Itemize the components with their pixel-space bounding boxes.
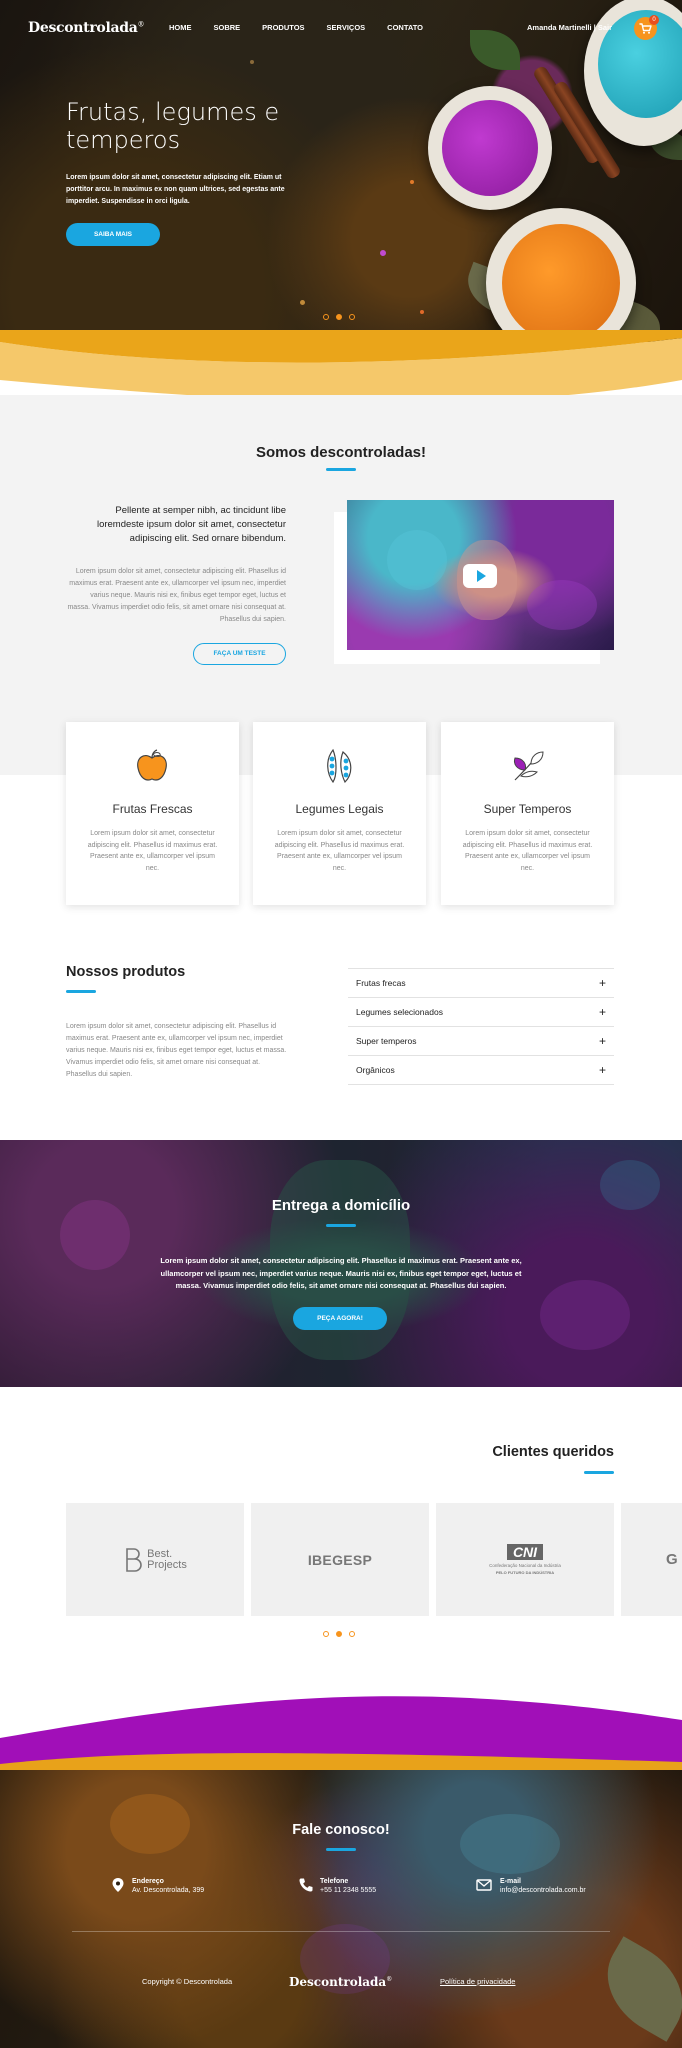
clients-slider-dot-2[interactable] bbox=[336, 1631, 342, 1637]
contact-title: Fale conosco! bbox=[292, 1822, 390, 1838]
footer-logo[interactable]: Descontrolada® bbox=[289, 1975, 392, 1989]
orange-powder-bowl-image bbox=[486, 208, 636, 342]
accordion-item-label: Frutas frecas bbox=[356, 978, 406, 988]
accordion-item-label: Super temperos bbox=[356, 1036, 417, 1046]
accordion-item-label: Orgânicos bbox=[356, 1065, 395, 1075]
hero-slider-dot-1[interactable] bbox=[323, 314, 329, 320]
plus-icon: + bbox=[598, 976, 606, 990]
client-logo-card: CNI Confederação Nacional da Indústria P… bbox=[436, 1503, 614, 1616]
user-account-link[interactable]: Amanda Martinelli | Sair bbox=[527, 23, 612, 32]
nav-contato[interactable]: CONTATO bbox=[387, 23, 423, 32]
purple-powder-bowl-image bbox=[428, 86, 552, 210]
plus-icon: + bbox=[598, 1034, 606, 1048]
main-nav: HOME SOBRE PRODUTOS SERVIÇOS CONTATO bbox=[169, 23, 445, 32]
nav-produtos[interactable]: PRODUTOS bbox=[262, 23, 304, 32]
partial-client-logo: G bbox=[666, 1551, 678, 1568]
feature-title: Legumes Legais bbox=[295, 802, 384, 816]
ibegesp-logo: IBEGESP bbox=[307, 1551, 373, 1568]
hero-text: Lorem ipsum dolor sit amet, consectetur … bbox=[66, 174, 285, 205]
best-projects-mark-icon bbox=[126, 1547, 142, 1572]
phone-icon bbox=[299, 1878, 313, 1892]
accordion-item-temperos[interactable]: Super temperos + bbox=[348, 1027, 614, 1056]
hero-slider-dot-3[interactable] bbox=[349, 314, 355, 320]
client-logo-card: IBEGESP bbox=[251, 1503, 429, 1616]
leaf-image bbox=[470, 30, 520, 70]
about-title: Somos descontroladas! bbox=[255, 444, 427, 461]
contact-phone: Telefone +55 11 2348 5555 bbox=[298, 1877, 376, 1895]
clients-slider-dot-3[interactable] bbox=[349, 1631, 355, 1637]
site-logo[interactable]: Descontrolada® bbox=[28, 20, 145, 36]
peapod-icon bbox=[327, 748, 352, 784]
delivery-text: Lorem ipsum dolor sit amet, consectetur … bbox=[160, 1256, 522, 1290]
about-body-text: Lorem ipsum dolor sit amet, consectetur … bbox=[67, 568, 286, 623]
apple-icon bbox=[137, 749, 167, 781]
order-now-button[interactable]: PEÇA AGORA! bbox=[293, 1307, 387, 1330]
email-link[interactable]: info@descontrolada.com.br bbox=[500, 1886, 586, 1895]
footer-section bbox=[0, 1764, 682, 2048]
best-projects-logo: Best. Projects bbox=[66, 1503, 244, 1616]
delivery-title: Entrega a domicílio bbox=[271, 1197, 411, 1214]
privacy-policy-link[interactable]: Política de privacidade bbox=[440, 1977, 515, 1986]
nav-sobre[interactable]: SOBRE bbox=[214, 23, 241, 32]
blue-powder-bowl-image bbox=[584, 0, 682, 146]
accordion-item-organicos[interactable]: Orgânicos + bbox=[348, 1056, 614, 1085]
play-icon bbox=[477, 570, 486, 582]
products-body-text: Lorem ipsum dolor sit amet, consectetur … bbox=[66, 1023, 287, 1078]
accordion-item-label: Legumes selecionados bbox=[356, 1007, 443, 1017]
feature-card-vegetables: Legumes Legais Lorem ipsum dolor sit ame… bbox=[253, 722, 426, 905]
products-accordion: Frutas frecas + Legumes selecionados + S… bbox=[348, 968, 614, 1085]
contact-address: Endereço Av. Descontrolada, 399 bbox=[110, 1877, 204, 1895]
footer-divider bbox=[72, 1931, 610, 1932]
herb-icon bbox=[514, 751, 544, 781]
accordion-item-frutas[interactable]: Frutas frecas + bbox=[348, 969, 614, 998]
clients-title-accent bbox=[584, 1471, 614, 1474]
client-logo-card: Best. Projects bbox=[66, 1503, 244, 1616]
hero-cta-button[interactable]: SAIBA MAIS bbox=[66, 223, 160, 246]
feature-text: Lorem ipsum dolor sit amet, consectetur … bbox=[274, 830, 405, 872]
feature-text: Lorem ipsum dolor sit amet, consectetur … bbox=[462, 830, 593, 872]
cni-logo: CNI Confederação Nacional da Indústria P… bbox=[489, 1544, 561, 1575]
hero-title: Frutas, legumes e temperos bbox=[66, 98, 280, 154]
hero-banner bbox=[0, 0, 682, 342]
cart-count-badge: 0 bbox=[649, 15, 659, 25]
clients-slider-dot-1[interactable] bbox=[323, 1631, 329, 1637]
nav-home[interactable]: HOME bbox=[169, 23, 192, 32]
feature-title: Super Temperos bbox=[483, 802, 572, 816]
leaf-image bbox=[588, 1936, 682, 2042]
nav-servicos[interactable]: SERVIÇOS bbox=[327, 23, 366, 32]
feature-card-fruits: Frutas Frescas Lorem ipsum dolor sit ame… bbox=[66, 722, 239, 905]
client-logo-card: G bbox=[621, 1503, 682, 1616]
clients-title: Clientes queridos bbox=[492, 1444, 614, 1460]
plus-icon: + bbox=[598, 1063, 606, 1077]
accordion-item-legumes[interactable]: Legumes selecionados + bbox=[348, 998, 614, 1027]
products-title-accent bbox=[66, 990, 96, 993]
products-title: Nossos produtos bbox=[66, 964, 186, 980]
delivery-title-accent bbox=[326, 1224, 356, 1227]
contact-email: E-mail info@descontrolada.com.br bbox=[474, 1877, 586, 1895]
try-test-button[interactable]: FAÇA UM TESTE bbox=[193, 643, 286, 665]
about-lead-text: Pellente at semper nibh, ac tincidunt li… bbox=[96, 505, 286, 544]
mail-icon bbox=[476, 1879, 492, 1891]
about-title-accent bbox=[326, 468, 356, 471]
feature-text: Lorem ipsum dolor sit amet, consectetur … bbox=[87, 830, 218, 872]
feature-title: Frutas Frescas bbox=[112, 802, 193, 816]
decorative-wave-purple bbox=[0, 1696, 682, 1770]
feature-card-spices: Super Temperos Lorem ipsum dolor sit ame… bbox=[441, 722, 614, 905]
copyright-text: Copyright © Descontrolada bbox=[142, 1977, 233, 1986]
contact-title-accent bbox=[326, 1848, 356, 1851]
location-pin-icon bbox=[112, 1878, 124, 1892]
hero-slider-dot-2[interactable] bbox=[336, 314, 342, 320]
plus-icon: + bbox=[598, 1005, 606, 1019]
